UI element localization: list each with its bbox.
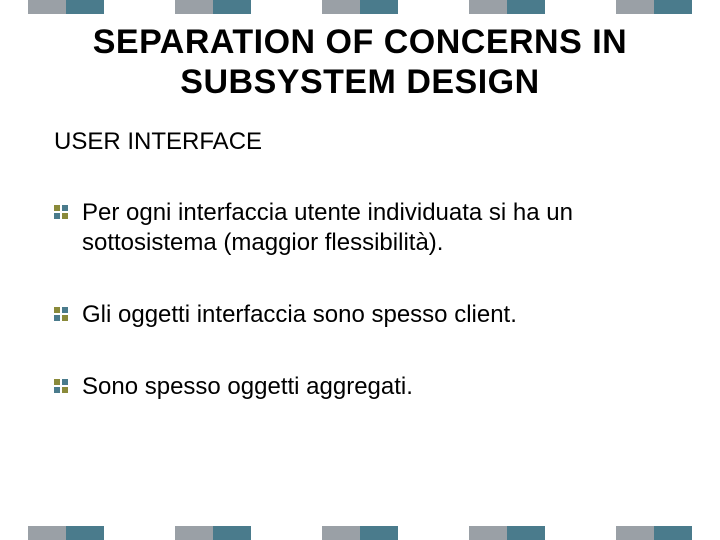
bullet-list: Per ogni interfaccia utente individuata …: [54, 198, 676, 402]
slide-subtitle: USER INTERFACE: [54, 128, 676, 156]
slide-content: SEPARATION OF CONCERNS IN SUBSYSTEM DESI…: [0, 22, 720, 444]
bottom-decorative-border: [0, 526, 720, 540]
top-decorative-border: [0, 0, 720, 14]
border-segment: [28, 526, 104, 540]
border-segment: [175, 526, 251, 540]
list-item-text: Gli oggetti interfaccia sono spesso clie…: [82, 301, 517, 328]
list-item: Sono spesso oggetti aggregati.: [54, 372, 676, 402]
border-segment: [28, 0, 104, 14]
border-segment: [469, 526, 545, 540]
border-segment: [322, 526, 398, 540]
border-segment: [616, 0, 692, 14]
list-item-text: Per ogni interfaccia utente individuata …: [82, 199, 573, 256]
list-item: Per ogni interfaccia utente individuata …: [54, 198, 676, 258]
border-segment: [469, 0, 545, 14]
quad-bullet-icon: [54, 307, 68, 321]
list-item: Gli oggetti interfaccia sono spesso clie…: [54, 300, 676, 330]
quad-bullet-icon: [54, 205, 68, 219]
quad-bullet-icon: [54, 379, 68, 393]
border-segment: [322, 0, 398, 14]
border-segment: [175, 0, 251, 14]
list-item-text: Sono spesso oggetti aggregati.: [82, 373, 413, 400]
slide-title: SEPARATION OF CONCERNS IN SUBSYSTEM DESI…: [44, 22, 676, 102]
border-segment: [616, 526, 692, 540]
